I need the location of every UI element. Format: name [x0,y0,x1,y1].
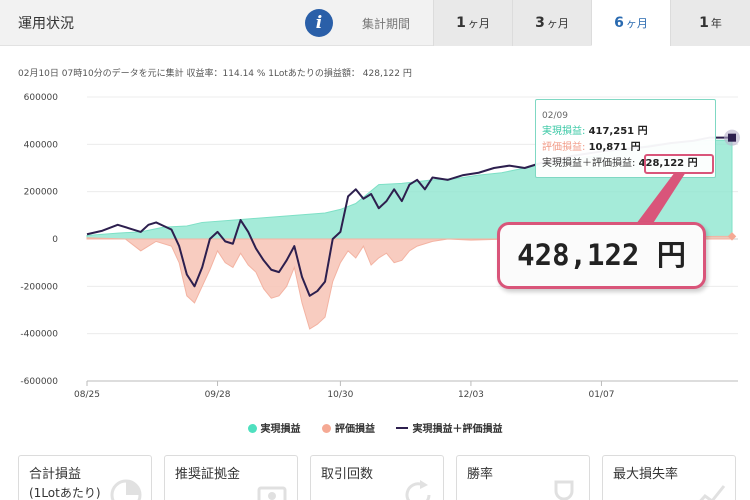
card-label: 推奨証拠金 [175,467,241,482]
money-icon [257,486,287,500]
page-title: 運用状況 [18,16,74,32]
legend-realized-dot [247,424,257,433]
total-end-marker [728,133,736,142]
tab-6-months[interactable]: 6 ヶ月 [591,0,670,46]
card-label: 勝率 [467,467,494,482]
legend-total-line [396,427,409,429]
y-tick-label: 0 [52,235,58,245]
y-tick-label: 200000 [24,188,59,198]
tab-3-months[interactable]: 3 ヶ月 [512,0,591,46]
header-bar: 運用状況 i 集計期間 1 ヶ月 3 ヶ月 6 ヶ月 1年 [0,0,750,46]
y-tick-label: 400000 [24,140,59,150]
tooltip-unrealized-value: 10,871 円 [588,142,641,153]
tab-1-month[interactable]: 1 ヶ月 [433,0,512,46]
legend-unrealized-dot [322,424,331,433]
legend-realized-label: 実現損益 [260,424,301,435]
tooltip-realized-value: 417,251 円 [588,126,648,137]
legend-unrealized[interactable]: 評価損益 [322,420,375,435]
trend-icon [699,485,726,500]
period-label: 集計期間 [362,17,411,31]
legend-realized[interactable]: 実現損益 [247,420,301,435]
x-tick-label: 01/07 [588,390,614,400]
x-tick-label: 09/28 [205,390,231,400]
y-tick-label: -600000 [20,377,58,387]
chart-legend: 実現損益 評価損益 実現損益＋評価損益 [0,420,750,435]
tab-unit: ヶ月 [546,17,569,30]
card-recommended-margin[interactable]: 推奨証拠金 [164,455,298,500]
card-label: 最大損失率 [613,467,679,482]
y-tick-label: -400000 [20,330,58,340]
tab-unit: 年 [710,17,722,30]
tab-num: 1 [456,15,466,31]
tab-num: 1 [699,15,709,31]
x-tick-label: 12/03 [458,390,484,400]
tooltip-date: 02/09 [542,111,568,121]
x-tick-label: 10/30 [327,390,353,400]
legend-total-label: 実現損益＋評価損益 [412,424,503,435]
tab-unit: ヶ月 [625,17,648,30]
card-label: 合計損益 [29,467,82,482]
tab-unit: ヶ月 [467,17,490,30]
trophy-icon [554,480,574,500]
legend-unrealized-label: 評価損益 [335,424,375,435]
tab-num: 3 [535,15,545,31]
tooltip-realized-label: 実現損益: [542,126,586,137]
tooltip-highlight-box [644,154,714,174]
refresh-icon [405,480,431,500]
tab-num: 6 [614,15,624,31]
y-tick-label: 600000 [24,93,59,103]
card-trade-count[interactable]: 取引回数 [310,455,444,500]
total-profit-callout: 428,122 円 [497,222,706,289]
y-tick-label: -200000 [20,282,58,292]
tooltip-unrealized-label: 評価損益: [542,142,586,153]
tooltip-total-label: 実現損益＋評価損益: [542,158,636,169]
info-icon[interactable]: i [305,9,333,37]
x-tick-label: 08/25 [74,390,100,400]
card-win-rate[interactable]: 勝率 [456,455,590,500]
pie-chart-icon [110,479,142,500]
legend-total[interactable]: 実現損益＋評価損益 [396,420,502,435]
card-total-profit[interactable]: 合計損益 (1Lotあたり) [18,455,152,500]
summary-text: 02月10日 07時10分のデータを元に集計 収益率：114.14 % 1Lot… [18,69,412,79]
card-max-loss-rate[interactable]: 最大損失率 [602,455,736,500]
stats-cards: 合計損益 (1Lotあたり) 推奨証拠金 取引回数 勝率 最大損失率 [18,455,750,500]
card-label: 取引回数 [321,467,374,482]
tab-1-year[interactable]: 1年 [670,0,750,46]
